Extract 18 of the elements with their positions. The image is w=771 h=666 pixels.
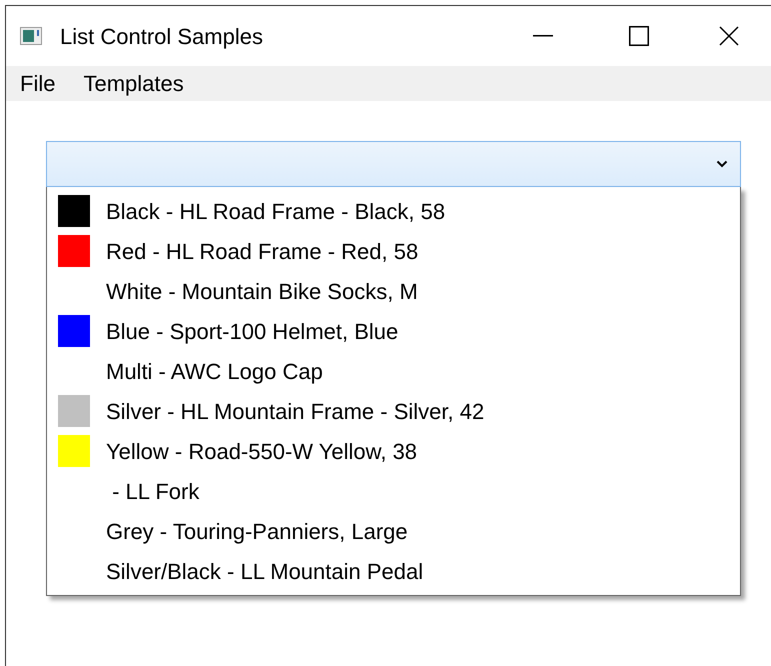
list-item[interactable]: White - Mountain Bike Socks, M	[106, 274, 418, 308]
list-item[interactable]: Red - HL Road Frame - Red, 58	[106, 234, 418, 268]
minimize-icon	[533, 35, 553, 37]
window-title: List Control Samples	[60, 22, 263, 51]
list-item[interactable]: Yellow - Road-550-W Yellow, 38	[106, 434, 418, 468]
close-icon	[719, 26, 739, 46]
list-item[interactable]: Blue - Sport-100 Helmet, Blue	[106, 314, 398, 348]
maximize-icon	[629, 26, 649, 46]
menu-item[interactable]: Templates	[83, 67, 184, 100]
list-item[interactable]: Silver/Black - LL Mountain Pedal	[106, 554, 424, 588]
list-item[interactable]: - LL Fork	[106, 474, 200, 508]
list-item[interactable]: Silver - HL Mountain Frame - Silver, 42	[106, 394, 484, 428]
menu-item[interactable]: File	[20, 67, 56, 100]
list-item[interactable]: Black - HL Road Frame - Black, 58	[106, 194, 446, 228]
combo-box[interactable]	[46, 141, 741, 187]
app-icon	[20, 27, 42, 45]
list-item[interactable]: Grey - Touring-Panniers, Large	[106, 514, 408, 548]
list-item[interactable]: Multi - AWC Logo Cap	[106, 354, 323, 388]
